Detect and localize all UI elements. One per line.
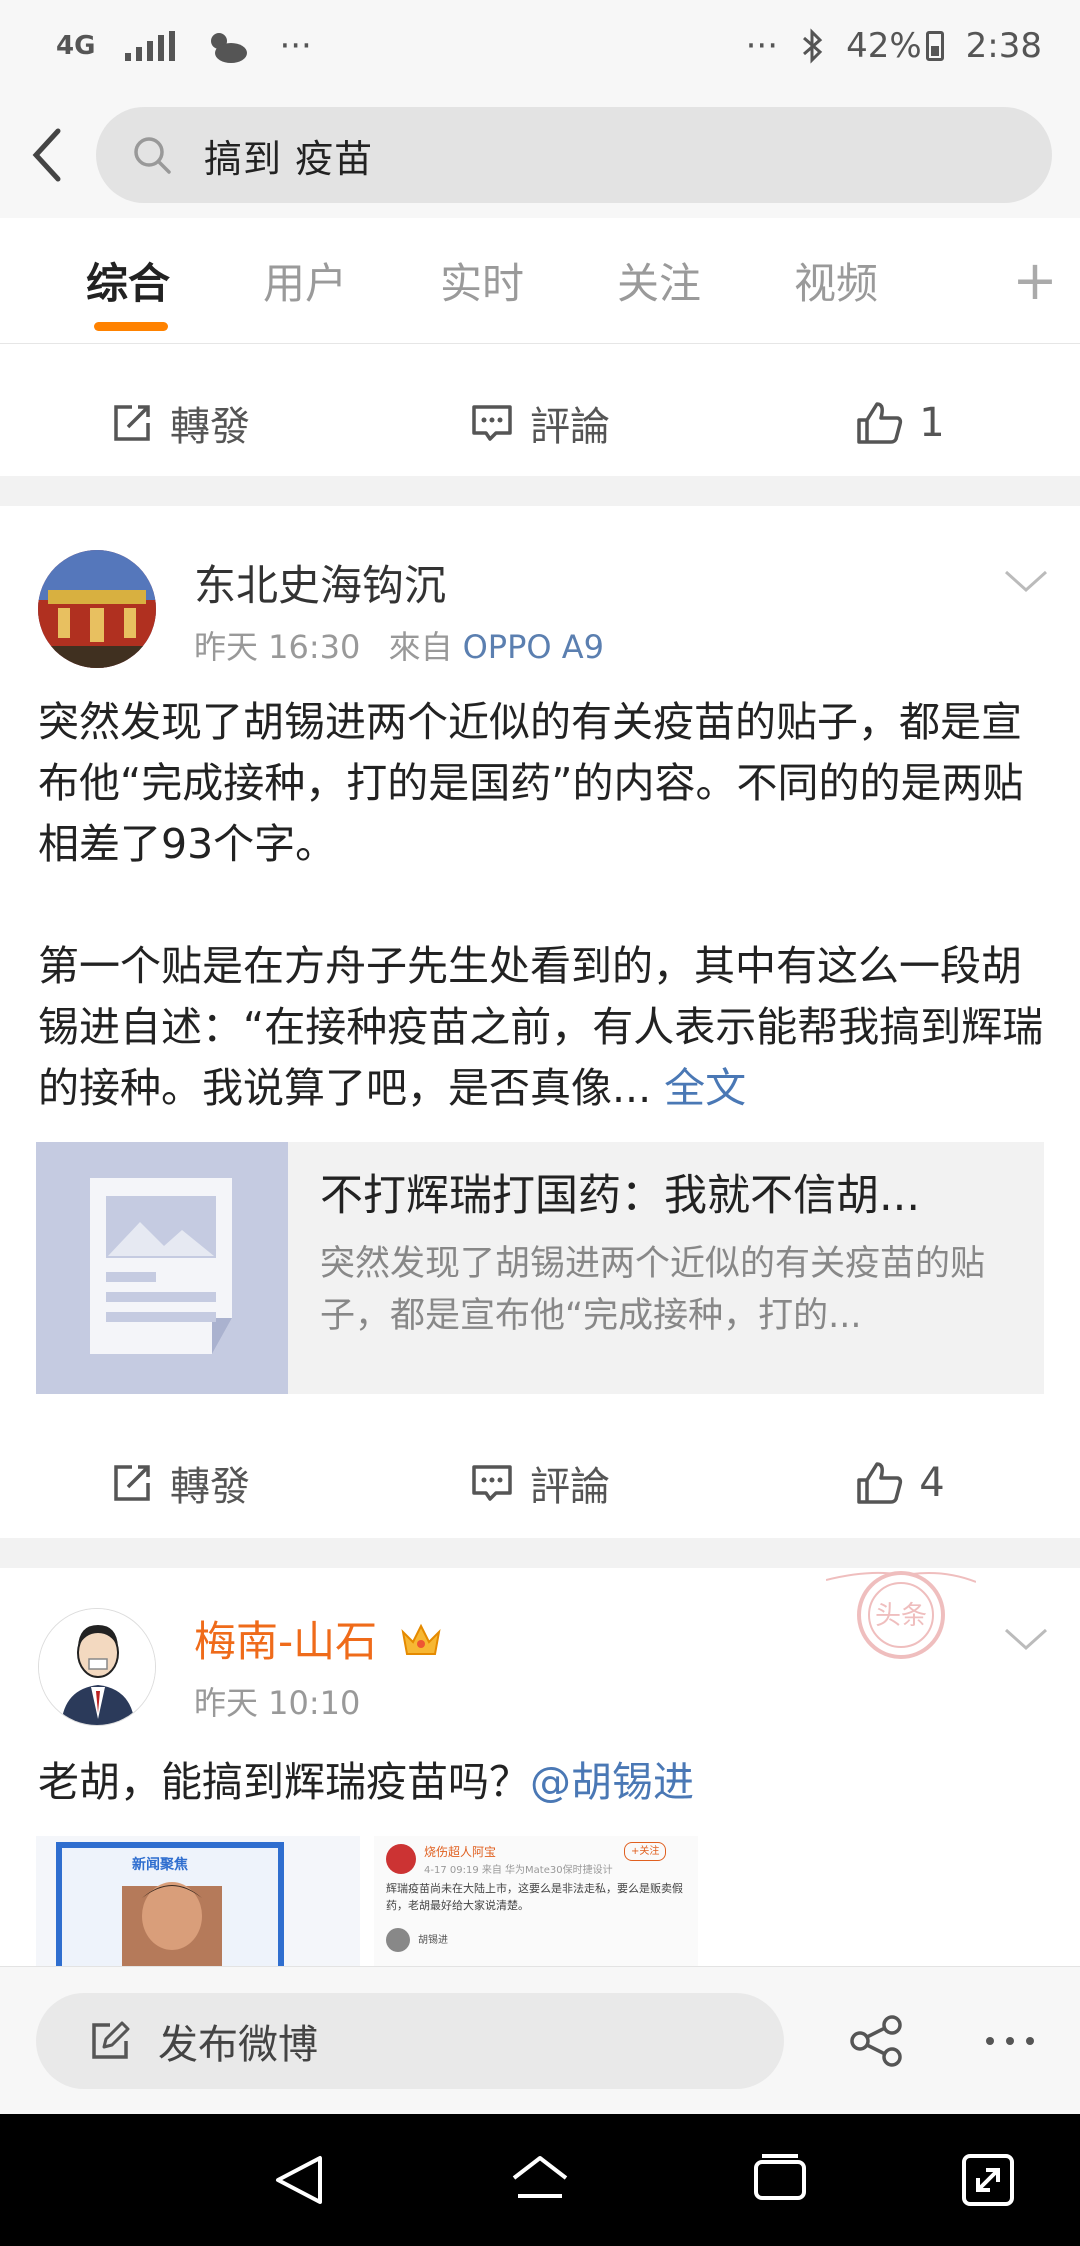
like-icon	[857, 1462, 903, 1504]
clock: 2:38	[965, 26, 1042, 66]
comment-button[interactable]: 評論	[360, 1454, 720, 1512]
avatar-image	[38, 550, 156, 668]
post2-images: 新闻聚焦 烧伤超人阿宝 +关注 4-17 09:19 来自 华为Mate30保时…	[36, 1836, 1044, 1966]
nav-recents-icon[interactable]	[750, 2150, 810, 2210]
publish-bar: 发布微博	[0, 1966, 1080, 2114]
post-image[interactable]: 烧伤超人阿宝 +关注 4-17 09:19 来自 华为Mate30保时捷设计 辉…	[374, 1836, 698, 1966]
post1-source-prefix: 來自	[388, 628, 453, 666]
chevron-down-icon[interactable]	[1002, 1624, 1050, 1654]
tab-following[interactable]: 关注	[587, 218, 764, 344]
nav-home-icon[interactable]	[510, 2150, 570, 2210]
share-icon[interactable]	[846, 2011, 906, 2071]
article-card[interactable]: 不打辉瑞打国药：我就不信胡... 突然发现了胡锡进两个近似的有关疫苗的贴子，都是…	[36, 1142, 1044, 1394]
post1-author[interactable]: 东北史海钩沉	[194, 552, 446, 613]
post1-actions: 轉發 評論 4	[0, 1428, 1080, 1538]
like-count: 1	[919, 400, 945, 446]
post-separator	[0, 476, 1080, 506]
thumb-user: 烧伤超人阿宝	[424, 1845, 497, 1859]
article-thumbnail	[36, 1142, 288, 1394]
back-icon	[32, 128, 61, 182]
repost-label: 轉發	[170, 404, 250, 450]
post-image[interactable]: 新闻聚焦	[36, 1836, 360, 1966]
photo-image	[56, 1842, 284, 1966]
thumb-follow: +关注	[624, 1842, 667, 1861]
network-type: 4G	[56, 31, 96, 61]
system-nav-bar	[0, 2114, 1080, 2246]
tab-users[interactable]: 用户	[233, 218, 410, 344]
tab-realtime[interactable]: 实时	[410, 218, 587, 344]
like-button[interactable]: 4	[720, 1460, 1080, 1506]
post1-header: 东北史海钩沉 昨天 16:30 來自 OPPO A9	[0, 506, 1080, 676]
comment-label: 評論	[530, 1464, 610, 1510]
avatar-image	[39, 1609, 155, 1725]
post1-time: 昨天 16:30	[194, 628, 361, 666]
thumb-text: 辉瑞疫苗尚未在大陆上市，这要么是非法走私，要么是贩卖假药，老胡最好给大家说清楚。	[386, 1882, 683, 1912]
repost-button[interactable]: 轉發	[0, 1454, 360, 1512]
like-count: 4	[919, 1460, 945, 1506]
back-button[interactable]	[0, 92, 96, 218]
status-dots-right: ···	[745, 26, 779, 66]
article-description: 突然发现了胡锡进两个近似的有关疫苗的贴子，都是宣布他“完成接种，打的...	[320, 1244, 986, 1336]
like-button[interactable]: 1	[720, 400, 1080, 446]
publish-button[interactable]: 发布微博	[36, 1992, 784, 2089]
post1-source: OPPO A9	[462, 628, 604, 666]
comment-icon	[472, 405, 512, 441]
comment-label: 評論	[530, 404, 610, 450]
tab-video[interactable]: 视频	[764, 218, 941, 344]
comment-icon	[472, 1465, 512, 1501]
nav-expand-icon[interactable]	[958, 2150, 1018, 2210]
like-icon	[857, 402, 903, 444]
thumb-avatar	[386, 1844, 416, 1874]
chevron-down-icon[interactable]	[1002, 566, 1050, 596]
repost-icon	[114, 1465, 150, 1501]
add-tab-button[interactable]: +	[990, 218, 1080, 344]
article-title: 不打辉瑞打国药：我就不信胡...	[320, 1171, 921, 1221]
mention-link[interactable]: @胡锡进	[530, 1758, 694, 1806]
search-icon	[134, 137, 171, 174]
search-query: 搞到 疫苗	[204, 136, 374, 181]
post2-author-name: 梅南-山石	[194, 1617, 378, 1666]
image-banner: 新闻聚焦	[132, 1857, 188, 1873]
article-body: 不打辉瑞打国药：我就不信胡... 突然发现了胡锡进两个近似的有关疫苗的贴子，都是…	[288, 1142, 1044, 1394]
repost-button[interactable]: 轉發	[0, 394, 360, 452]
search-input[interactable]: 搞到 疫苗	[96, 107, 1052, 203]
repost-icon	[114, 405, 150, 441]
post1-text-body: 第一个贴是在方舟子先生处看到的，其中有这么一段胡锡进自述：“在接种疫苗之前，有人…	[38, 942, 1044, 1112]
tab-comprehensive[interactable]: 综合	[56, 218, 233, 344]
post2-text-body: 老胡，能搞到辉瑞疫苗吗？	[38, 1758, 530, 1806]
search-header: 搞到 疫苗	[0, 92, 1080, 218]
search-tabs: 综合 用户 实时 关注 视频 +	[0, 218, 1080, 344]
nav-back-icon[interactable]	[270, 2150, 330, 2210]
crown-icon	[400, 1623, 441, 1655]
publish-label: 发布微博	[158, 2021, 318, 2068]
prev-post-actions: 轉發 評論 1	[0, 368, 1080, 478]
thumb-meta: 4-17 09:19 来自 华为Mate30保时捷设计	[424, 1865, 613, 1876]
post2-text: 老胡，能搞到辉瑞疫苗吗？@胡锡进	[38, 1752, 1048, 1813]
status-bar: 4G ··· ··· 42% 2:38	[0, 0, 1080, 92]
comment-button[interactable]: 評論	[360, 394, 720, 452]
post2-author[interactable]: 梅南-山石	[194, 1608, 443, 1669]
weather-icon	[211, 33, 248, 63]
signal-icon	[125, 31, 176, 61]
post1-meta: 昨天 16:30 來自 OPPO A9	[194, 622, 604, 668]
battery-icon	[925, 31, 944, 61]
thumb-avatar	[386, 1928, 410, 1952]
avatar[interactable]	[38, 550, 156, 668]
more-icon[interactable]	[980, 2011, 1040, 2071]
thumb-reply-user: 胡锡进	[418, 1935, 448, 1946]
article-icon	[90, 1178, 232, 1354]
bluetooth-icon	[803, 28, 823, 64]
post2-header: 梅南-山石 昨天 10:10	[0, 1568, 1080, 1738]
battery-percent: 42%	[846, 26, 922, 66]
post1-text-paragraph2: 第一个贴是在方舟子先生处看到的，其中有这么一段胡锡进自述：“在接种疫苗之前，有人…	[38, 936, 1048, 1119]
status-dots-left: ···	[279, 26, 312, 66]
edit-icon	[92, 2021, 130, 2059]
post2-time: 昨天 10:10	[194, 1684, 361, 1722]
post1-text-paragraph1: 突然发现了胡锡进两个近似的有关疫苗的贴子，都是宣布他“完成接种，打的是国药”的内…	[38, 698, 1024, 868]
repost-label: 轉發	[170, 1464, 250, 1510]
avatar[interactable]	[38, 1608, 156, 1726]
full-text-link[interactable]: 全文	[664, 1064, 746, 1112]
